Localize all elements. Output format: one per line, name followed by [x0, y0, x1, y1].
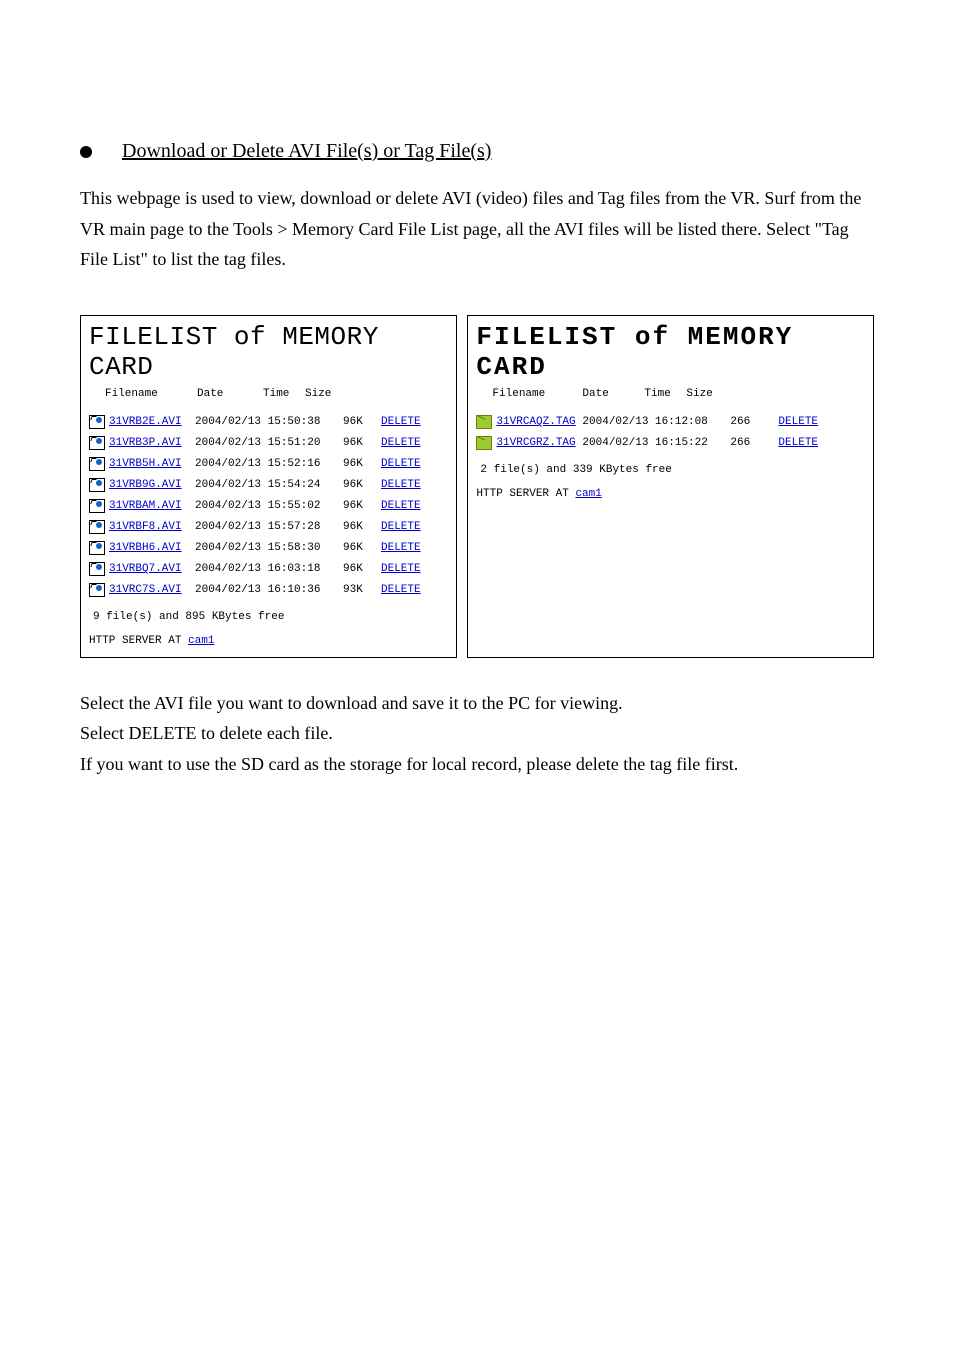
delete-link[interactable]: DELETE	[381, 542, 421, 554]
file-datetime: 2004/02/13 16:12:08	[582, 416, 730, 428]
server-label: HTTP SERVER AT	[476, 488, 575, 500]
delete-link[interactable]: DELETE	[381, 458, 421, 470]
delete-link[interactable]: DELETE	[381, 584, 421, 596]
file-link[interactable]: 31VRB2E.AVI	[109, 416, 195, 428]
file-datetime: 2004/02/13 15:58:30	[195, 542, 343, 554]
intro-paragraph: This webpage is used to view, download o…	[80, 183, 874, 275]
video-icon	[89, 499, 105, 513]
col-time: Time	[263, 388, 305, 400]
delete-link[interactable]: DELETE	[381, 563, 421, 575]
table-header: Filename Date Time Size	[476, 388, 865, 400]
table-row: 31VRBQ7.AVI2004/02/13 16:03:1896K DELETE	[89, 559, 448, 580]
delete-link[interactable]: DELETE	[381, 479, 421, 491]
table-row: 31VRCGRZ.TAG2004/02/13 16:15:22266 DELETE	[476, 433, 865, 454]
file-datetime: 2004/02/13 15:54:24	[195, 479, 343, 491]
file-size: 96K	[343, 500, 373, 512]
file-link[interactable]: 31VRCAQZ.TAG	[496, 416, 582, 428]
table-row: 31VRBF8.AVI2004/02/13 15:57:2896K DELETE	[89, 517, 448, 538]
file-link[interactable]: 31VRCGRZ.TAG	[496, 437, 582, 449]
file-datetime: 2004/02/13 15:51:20	[195, 437, 343, 449]
file-datetime: 2004/02/13 16:03:18	[195, 563, 343, 575]
file-datetime: 2004/02/13 15:52:16	[195, 458, 343, 470]
video-icon	[89, 478, 105, 492]
file-link[interactable]: 31VRB9G.AVI	[109, 479, 195, 491]
col-date: Date	[197, 388, 263, 400]
panels-container: FILELIST of MEMORY CARD Filename Date Ti…	[80, 315, 874, 658]
panel-title: FILELIST of MEMORY CARD	[89, 322, 448, 382]
file-datetime: 2004/02/13 15:50:38	[195, 416, 343, 428]
file-size: 96K	[343, 416, 373, 428]
file-link[interactable]: 31VRB3P.AVI	[109, 437, 195, 449]
file-size: 266	[730, 437, 760, 449]
file-datetime: 2004/02/13 16:15:22	[582, 437, 730, 449]
file-size: 266	[730, 416, 760, 428]
tag-icon	[476, 436, 492, 450]
col-size: Size	[305, 388, 345, 400]
delete-link[interactable]: DELETE	[381, 500, 421, 512]
file-size: 96K	[343, 563, 373, 575]
file-size: 96K	[343, 458, 373, 470]
table-header: Filename Date Time Size	[89, 388, 448, 400]
video-icon	[89, 583, 105, 597]
server-link[interactable]: cam1	[575, 488, 601, 500]
tag-file-panel: FILELIST of MEMORY CARD Filename Date Ti…	[467, 315, 874, 658]
table-row: 31VRB2E.AVI2004/02/13 15:50:3896K DELETE	[89, 412, 448, 433]
tag-icon	[476, 415, 492, 429]
outro-paragraph: Select the AVI file you want to download…	[80, 688, 874, 780]
file-size: 96K	[343, 479, 373, 491]
server-link[interactable]: cam1	[188, 635, 214, 647]
file-datetime: 2004/02/13 15:55:02	[195, 500, 343, 512]
col-filename: Filename	[105, 388, 197, 400]
file-datetime: 2004/02/13 15:57:28	[195, 521, 343, 533]
table-row: 31VRB3P.AVI2004/02/13 15:51:2096K DELETE	[89, 433, 448, 454]
file-link[interactable]: 31VRBAM.AVI	[109, 500, 195, 512]
col-date: Date	[582, 388, 644, 400]
file-size: 96K	[343, 521, 373, 533]
col-size: Size	[686, 388, 726, 400]
file-size: 93K	[343, 584, 373, 596]
file-size: 96K	[343, 542, 373, 554]
section-heading: Download or Delete AVI File(s) or Tag Fi…	[122, 140, 491, 163]
section-heading-row: Download or Delete AVI File(s) or Tag Fi…	[80, 140, 874, 163]
table-row: 31VRB5H.AVI2004/02/13 15:52:1696K DELETE	[89, 454, 448, 475]
delete-link[interactable]: DELETE	[381, 437, 421, 449]
file-link[interactable]: 31VRBF8.AVI	[109, 521, 195, 533]
file-link[interactable]: 31VRC7S.AVI	[109, 584, 195, 596]
file-size: 96K	[343, 437, 373, 449]
delete-link[interactable]: DELETE	[778, 416, 818, 428]
delete-link[interactable]: DELETE	[381, 416, 421, 428]
video-icon	[89, 541, 105, 555]
table-row: 31VRBAM.AVI2004/02/13 15:55:0296K DELETE	[89, 496, 448, 517]
col-filename: Filename	[492, 388, 582, 400]
server-line: HTTP SERVER AT cam1	[89, 635, 448, 647]
delete-link[interactable]: DELETE	[778, 437, 818, 449]
video-icon	[89, 457, 105, 471]
video-icon	[89, 436, 105, 450]
table-row: 31VRCAQZ.TAG2004/02/13 16:12:08266 DELETE	[476, 412, 865, 433]
server-line: HTTP SERVER AT cam1	[476, 488, 865, 500]
col-time: Time	[644, 388, 686, 400]
delete-link[interactable]: DELETE	[381, 521, 421, 533]
server-label: HTTP SERVER AT	[89, 635, 188, 647]
bullet-icon	[80, 146, 92, 158]
table-row: 31VRC7S.AVI2004/02/13 16:10:3693K DELETE	[89, 580, 448, 601]
file-link[interactable]: 31VRBH6.AVI	[109, 542, 195, 554]
table-row: 31VRB9G.AVI2004/02/13 15:54:2496K DELETE	[89, 475, 448, 496]
file-link[interactable]: 31VRB5H.AVI	[109, 458, 195, 470]
table-row: 31VRBH6.AVI2004/02/13 15:58:3096K DELETE	[89, 538, 448, 559]
file-link[interactable]: 31VRBQ7.AVI	[109, 563, 195, 575]
video-icon	[89, 562, 105, 576]
video-icon	[89, 520, 105, 534]
summary-line: 2 file(s) and 339 KBytes free	[476, 464, 865, 476]
avi-file-panel: FILELIST of MEMORY CARD Filename Date Ti…	[80, 315, 457, 658]
video-icon	[89, 415, 105, 429]
file-datetime: 2004/02/13 16:10:36	[195, 584, 343, 596]
summary-line: 9 file(s) and 895 KBytes free	[89, 611, 448, 623]
panel-title: FILELIST of MEMORY CARD	[476, 322, 865, 382]
